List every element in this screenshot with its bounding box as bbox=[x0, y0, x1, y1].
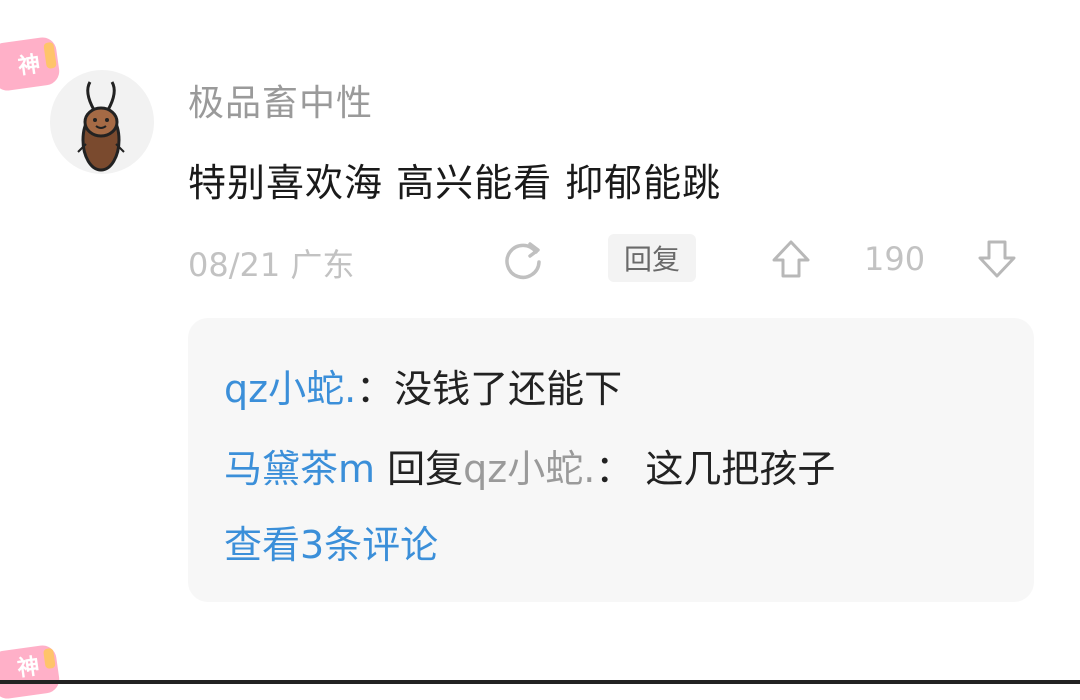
comment-date-location: 08/21 广东 bbox=[188, 246, 355, 284]
refresh-circle-icon[interactable] bbox=[500, 236, 546, 282]
comment-meta-row: 08/21 广东 回复 190 bbox=[188, 234, 1038, 286]
god-comment-badge: 神 bbox=[0, 35, 62, 93]
reply-target[interactable]: qz小蛇. bbox=[463, 447, 595, 491]
arrow-up-icon[interactable] bbox=[768, 236, 814, 282]
reply-author[interactable]: qz小蛇. bbox=[224, 367, 356, 411]
reply-button[interactable]: 回复 bbox=[608, 234, 696, 282]
god-comment-badge: 神 bbox=[0, 643, 62, 700]
comment-body: 特别喜欢海 高兴能看 抑郁能跳 bbox=[188, 161, 722, 205]
reply-text: 没钱了还能下 bbox=[394, 367, 623, 411]
reply-separator: ： bbox=[356, 367, 395, 411]
vote-count: 190 bbox=[864, 240, 926, 278]
comment-username[interactable]: 极品畜中性 bbox=[188, 74, 373, 126]
replies-panel: qz小蛇.：没钱了还能下 马黛茶m 回复qz小蛇.： 这几把孩子 查看3条评论 bbox=[188, 318, 1034, 602]
avatar[interactable] bbox=[50, 70, 154, 174]
reply-item[interactable]: qz小蛇.：没钱了还能下 bbox=[224, 358, 622, 413]
reply-word: 回复 bbox=[387, 447, 464, 491]
reply-separator: ： bbox=[595, 447, 634, 491]
cockroach-avatar-icon bbox=[77, 81, 125, 172]
badge-exclamation-icon bbox=[43, 647, 56, 670]
badge-exclamation-icon bbox=[43, 41, 57, 69]
view-more-replies-link[interactable]: 查看3条评论 bbox=[224, 514, 438, 569]
badge-label: 神 bbox=[15, 654, 42, 682]
bottom-divider bbox=[0, 680, 1080, 684]
reply-item[interactable]: 马黛茶m 回复qz小蛇.： 这几把孩子 bbox=[224, 438, 835, 493]
reply-author[interactable]: 马黛茶m bbox=[224, 447, 375, 491]
arrow-down-icon[interactable] bbox=[974, 236, 1020, 282]
badge-label: 神 bbox=[16, 52, 42, 80]
reply-text: 这几把孩子 bbox=[645, 447, 836, 491]
